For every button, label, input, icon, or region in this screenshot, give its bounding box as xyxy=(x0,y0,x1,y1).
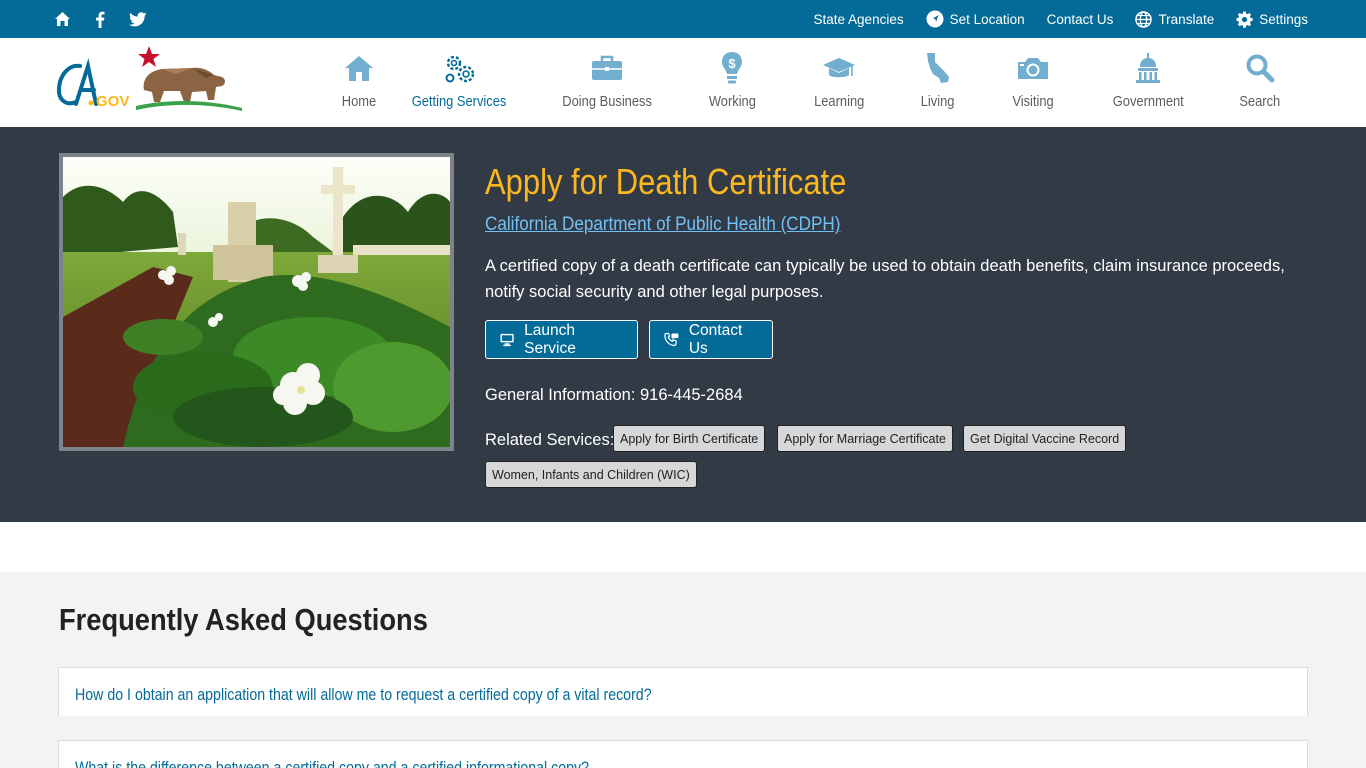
nav-getting-services-label: Getting Services xyxy=(411,93,507,110)
svg-text:$: $ xyxy=(728,56,736,71)
phone-chat-icon xyxy=(664,332,679,347)
contact-us-label: Contact Us xyxy=(1046,11,1114,27)
general-information: General Information: 916-445-2684 xyxy=(485,386,743,404)
monitor-icon xyxy=(500,333,514,346)
related-services-label: Related Services: xyxy=(485,431,615,449)
faq-section: Frequently Asked Questions How do I obta… xyxy=(0,572,1366,768)
nav-home-label: Home xyxy=(341,93,377,110)
faq-question: How do I obtain an application that will… xyxy=(75,686,652,704)
california-map-icon xyxy=(924,51,952,85)
ca-gov-logo[interactable]: GOV xyxy=(56,44,246,116)
faq-heading: Frequently Asked Questions xyxy=(59,602,428,637)
facebook-icon[interactable] xyxy=(91,10,109,28)
translate-label: Translate xyxy=(1158,11,1215,27)
lightbulb-dollar-icon: $ xyxy=(721,51,743,85)
launch-service-label: Launch Service xyxy=(524,321,576,357)
nav-search[interactable]: Search xyxy=(1228,38,1292,127)
briefcase-icon xyxy=(591,51,623,85)
state-agencies-label: State Agencies xyxy=(813,11,904,27)
globe-icon xyxy=(1135,10,1153,28)
page-title: Apply for Death Certificate xyxy=(485,161,847,202)
translate-link[interactable]: Translate xyxy=(1135,10,1215,28)
launch-service-button[interactable]: Launch Service xyxy=(485,320,638,359)
utility-bar: State Agencies Set Location Contact Us T… xyxy=(0,0,1366,38)
settings-label: Settings xyxy=(1259,11,1308,27)
graduation-cap-icon xyxy=(822,51,856,85)
related-service-tag[interactable]: Get Digital Vaccine Record xyxy=(963,425,1127,452)
nav-doing-business[interactable]: Doing Business xyxy=(555,38,659,127)
nav-living[interactable]: Living xyxy=(908,38,968,127)
nav-doing-business-label: Doing Business xyxy=(562,93,652,110)
gear-icon xyxy=(1236,11,1253,28)
set-location-link[interactable]: Set Location xyxy=(926,10,1025,28)
nav-search-label: Search xyxy=(1239,93,1281,110)
service-hero: Apply for Death Certificate California D… xyxy=(0,127,1366,522)
state-agencies-link[interactable]: State Agencies xyxy=(814,12,904,27)
search-icon xyxy=(1245,51,1275,85)
service-description: A certified copy of a death certificate … xyxy=(485,257,1285,301)
contact-us-link[interactable]: Contact Us xyxy=(1047,12,1114,27)
nav-learning-label: Learning xyxy=(813,93,865,110)
logo-gov-text: GOV xyxy=(96,93,129,110)
site-header: GOV Home Getting Services Doing Business… xyxy=(0,38,1366,127)
nav-living-label: Living xyxy=(921,93,955,110)
faq-item[interactable]: How do I obtain an application that will… xyxy=(58,667,1308,716)
nav-government-label: Government xyxy=(1112,93,1184,110)
home-icon[interactable] xyxy=(53,10,71,28)
set-location-label: Set Location xyxy=(949,11,1025,27)
faq-item[interactable]: What is the difference between a certifi… xyxy=(58,740,1308,768)
cemetery-photo xyxy=(59,153,454,451)
nav-learning[interactable]: Learning xyxy=(800,38,878,127)
utility-right-links: State Agencies Set Location Contact Us T… xyxy=(814,0,1308,38)
nav-home[interactable]: Home xyxy=(321,38,397,127)
camera-icon xyxy=(1016,51,1050,85)
nav-working-label: Working xyxy=(708,93,756,110)
nav-getting-services[interactable]: Getting Services xyxy=(406,38,512,127)
nav-visiting[interactable]: Visiting xyxy=(996,38,1070,127)
twitter-icon[interactable] xyxy=(129,10,147,28)
nav-working[interactable]: $ Working xyxy=(694,38,770,127)
related-service-tag[interactable]: Apply for Birth Certificate xyxy=(613,425,766,452)
home-icon xyxy=(344,51,374,85)
settings-link[interactable]: Settings xyxy=(1236,11,1308,28)
nav-visiting-label: Visiting xyxy=(1012,93,1054,110)
utility-social-links xyxy=(53,0,147,38)
related-service-tag[interactable]: Women, Infants and Children (WIC) xyxy=(485,461,697,488)
department-link[interactable]: California Department of Public Health (… xyxy=(485,214,840,236)
capitol-icon xyxy=(1135,51,1161,85)
nav-government[interactable]: Government xyxy=(1100,38,1196,127)
faq-question: What is the difference between a certifi… xyxy=(75,759,590,768)
contact-us-label: Contact Us xyxy=(688,321,743,357)
location-icon xyxy=(926,10,944,28)
contact-us-button[interactable]: Contact Us xyxy=(649,320,773,359)
gears-icon xyxy=(442,51,476,85)
related-service-tag[interactable]: Apply for Marriage Certificate xyxy=(777,425,953,452)
